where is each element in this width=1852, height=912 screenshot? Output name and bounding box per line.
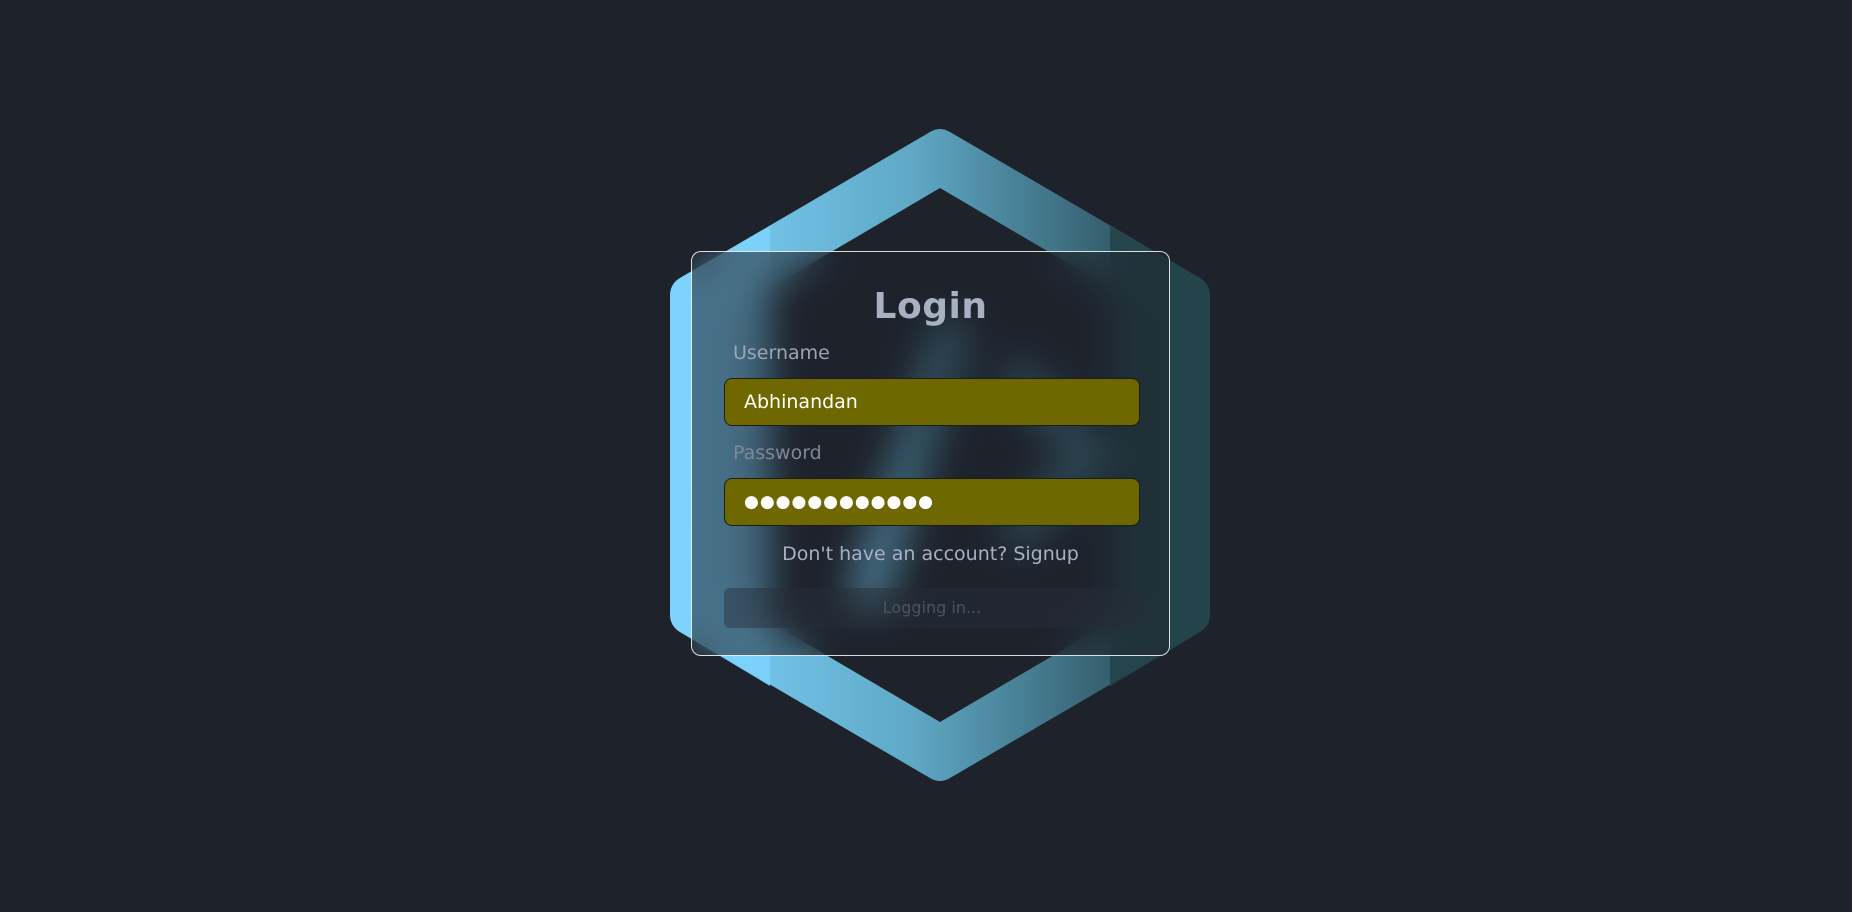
- username-label: Username: [733, 342, 830, 364]
- password-input[interactable]: ●●●●●●●●●●●●: [724, 478, 1140, 526]
- username-input[interactable]: Abhinandan: [724, 378, 1140, 426]
- login-card: Login Username Abhinandan Password ●●●●●…: [691, 251, 1170, 656]
- login-title: Login: [873, 286, 988, 327]
- password-label: Password: [733, 442, 822, 464]
- signup-prompt-line: Don't have an account? Signup: [692, 543, 1169, 565]
- login-page: Login Username Abhinandan Password ●●●●●…: [0, 0, 1852, 912]
- signup-prompt-text: Don't have an account?: [782, 543, 1008, 565]
- login-button[interactable]: Logging in...: [724, 588, 1140, 628]
- signup-link[interactable]: Signup: [1013, 543, 1079, 565]
